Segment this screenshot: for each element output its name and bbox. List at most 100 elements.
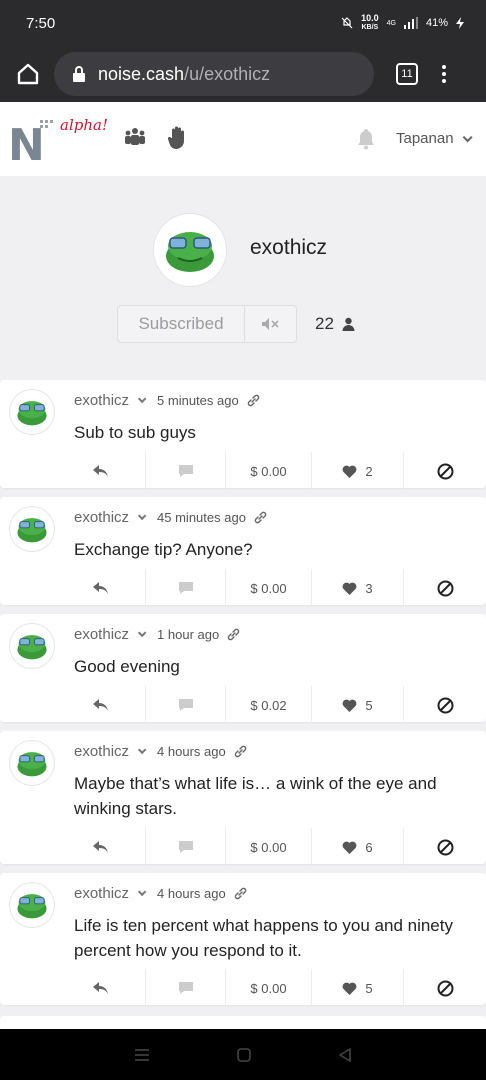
post-meta: exothicz 4 hours ago (74, 743, 247, 760)
post-username[interactable]: exothicz (74, 392, 129, 409)
back-icon[interactable] (337, 1047, 353, 1063)
post-card: exothicz 5 minutes ago Sub to sub guys $… (0, 380, 486, 490)
block-button[interactable] (404, 686, 486, 724)
post-timestamp[interactable]: 4 hours ago (157, 886, 226, 901)
comment-button[interactable] (146, 969, 226, 1007)
like-button[interactable]: 5 (312, 686, 404, 724)
like-button[interactable]: 5 (312, 969, 404, 1007)
comment-button[interactable] (146, 686, 226, 724)
reply-button[interactable] (56, 569, 146, 607)
like-button[interactable]: 3 (312, 569, 404, 607)
post-username[interactable]: exothicz (74, 885, 129, 902)
chevron-down-icon[interactable] (137, 394, 147, 403)
profile-username: exothicz (250, 236, 328, 259)
post-avatar[interactable] (10, 624, 54, 668)
tabs-button[interactable]: 11 (396, 63, 418, 85)
tip-button[interactable]: $ 0.00 (226, 452, 312, 490)
post-username[interactable]: exothicz (74, 626, 129, 643)
reply-icon (92, 582, 108, 594)
block-button[interactable] (404, 828, 486, 866)
subscribe-control: Subscribed (117, 305, 297, 343)
comment-icon (178, 841, 193, 853)
noise-logo[interactable]: N alpha! (8, 116, 108, 171)
url-host: noise.cash (98, 63, 185, 84)
signal-icon (403, 17, 418, 29)
url-path: /u/exothicz (184, 63, 271, 84)
app-header: N alpha! Tapanan (0, 102, 486, 176)
block-icon (437, 580, 453, 596)
chevron-down-icon[interactable] (137, 511, 147, 520)
battery-level: 41% (425, 17, 448, 29)
subscribed-button[interactable]: Subscribed (118, 306, 245, 342)
heart-icon (342, 982, 357, 995)
address-bar[interactable]: noise.cash/u/exothicz (54, 52, 374, 96)
post-timestamp[interactable]: 1 hour ago (157, 627, 219, 642)
chevron-down-icon (462, 132, 473, 143)
post-timestamp[interactable]: 4 hours ago (157, 744, 226, 759)
like-button[interactable]: 2 (312, 452, 404, 490)
chevron-down-icon[interactable] (137, 887, 147, 896)
reply-button[interactable] (56, 828, 146, 866)
block-icon (437, 463, 453, 479)
comment-button[interactable] (146, 828, 226, 866)
post-timestamp[interactable]: 45 minutes ago (157, 510, 246, 525)
link-icon[interactable] (234, 887, 247, 900)
tip-button[interactable]: $ 0.00 (226, 569, 312, 607)
link-icon[interactable] (234, 745, 247, 758)
post-text: Maybe that’s what life is… a wink of the… (74, 774, 437, 818)
post-actions: $ 0.00 3 (56, 569, 486, 607)
post-card: exothicz 1 hour ago Good evening $ 0.02 … (0, 614, 486, 724)
comment-icon (178, 465, 193, 477)
post-meta: exothicz 45 minutes ago (74, 509, 267, 526)
frog-avatar-icon (17, 635, 47, 660)
logo-dots (40, 120, 54, 132)
comment-button[interactable] (146, 569, 226, 607)
like-button[interactable]: 6 (312, 828, 404, 866)
community-icon[interactable] (124, 126, 146, 148)
reply-icon (92, 699, 108, 711)
profile-header: exothicz Subscribed 22 (0, 176, 486, 380)
block-button[interactable] (404, 452, 486, 490)
hand-icon[interactable] (167, 126, 187, 150)
menu-icon[interactable] (442, 65, 446, 83)
chevron-down-icon[interactable] (137, 745, 147, 754)
frog-avatar-icon (166, 232, 214, 272)
post-meta: exothicz 5 minutes ago (74, 392, 260, 409)
logo-letter: N (8, 120, 45, 171)
recents-icon[interactable] (133, 1048, 151, 1062)
tip-amount: $ 0.00 (250, 980, 287, 996)
post-avatar[interactable] (10, 741, 54, 785)
home-nav-icon[interactable] (236, 1047, 252, 1063)
link-icon[interactable] (254, 511, 267, 524)
post-timestamp[interactable]: 5 minutes ago (157, 393, 239, 408)
status-time: 7:50 (26, 14, 56, 32)
post-avatar[interactable] (10, 883, 54, 927)
tip-button[interactable]: $ 0.00 (226, 969, 312, 1007)
comment-button[interactable] (146, 452, 226, 490)
tip-button[interactable]: $ 0.00 (226, 828, 312, 866)
post-username[interactable]: exothicz (74, 509, 129, 526)
post-avatar[interactable] (10, 390, 54, 434)
mute-button[interactable] (245, 306, 296, 342)
reply-button[interactable] (56, 686, 146, 724)
reply-button[interactable] (56, 969, 146, 1007)
home-button[interactable] (12, 58, 44, 90)
block-button[interactable] (404, 969, 486, 1007)
language-selector[interactable]: Tapanan (396, 130, 473, 147)
profile-avatar (154, 214, 226, 286)
post-avatar[interactable] (10, 507, 54, 551)
bell-icon[interactable] (356, 128, 376, 150)
link-icon[interactable] (247, 394, 260, 407)
block-button[interactable] (404, 569, 486, 607)
subscriber-count: 22 (315, 314, 355, 334)
chevron-down-icon[interactable] (137, 628, 147, 637)
reply-button[interactable] (56, 452, 146, 490)
link-icon[interactable] (227, 628, 240, 641)
status-bar: 7:50 10.0 KB/S 4G 41% (0, 0, 486, 46)
subscriber-count-value: 22 (315, 314, 334, 333)
mute-icon (261, 318, 279, 330)
frog-avatar-icon (17, 401, 47, 426)
tip-button[interactable]: $ 0.02 (226, 686, 312, 724)
post-username[interactable]: exothicz (74, 743, 129, 760)
post-meta: exothicz 1 hour ago (74, 626, 240, 643)
